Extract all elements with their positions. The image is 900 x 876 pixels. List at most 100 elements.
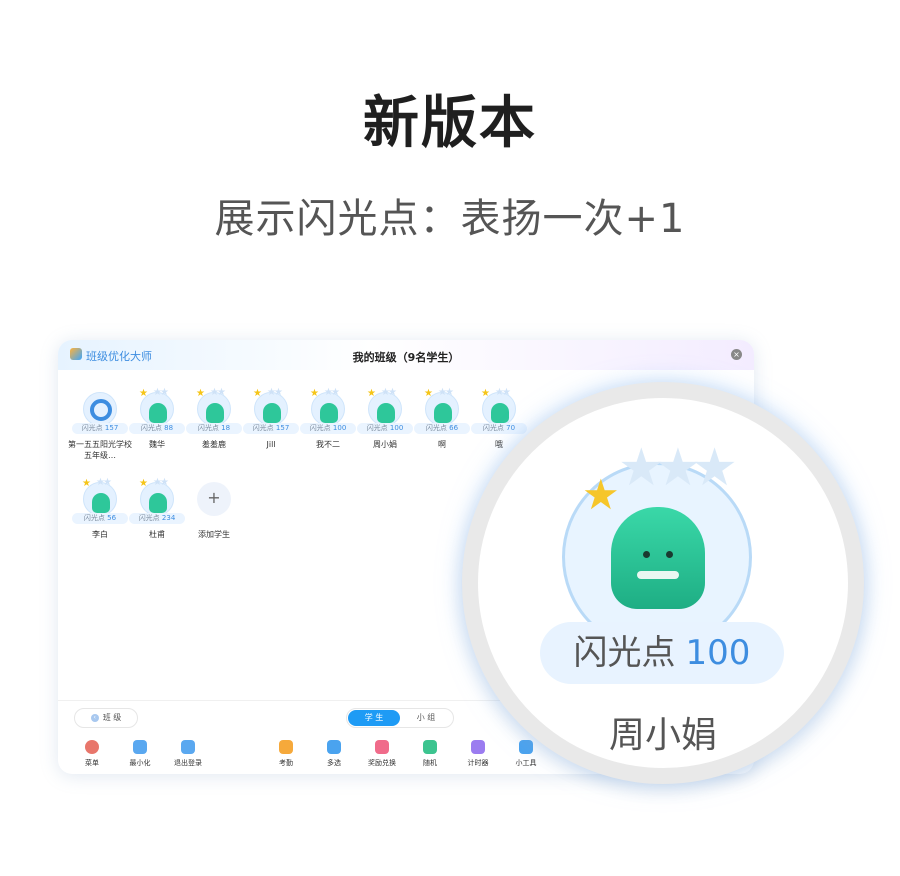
hero-title: 新版本: [363, 91, 537, 156]
toolbar-button[interactable]: 随机: [408, 740, 452, 774]
student-card[interactable]: ★ ★★ 闪光点 56 李白: [72, 478, 128, 562]
toolbar-button[interactable]: 考勤: [264, 740, 308, 774]
avatar: ★ ★★: [424, 388, 459, 426]
student-card[interactable]: ★ ★★ 闪光点 66 啊: [414, 388, 470, 472]
avatar: ★ ★★: [196, 388, 231, 426]
gold-star-icon: ★: [582, 470, 620, 519]
close-icon[interactable]: ×: [731, 349, 742, 360]
grey-stars-icon: ★★★: [618, 438, 738, 498]
student-card[interactable]: ★ ★★ 闪光点 18 羞羞鹿: [186, 388, 242, 472]
toolbar-label: 多选: [327, 759, 341, 767]
points-value: 234: [161, 514, 176, 522]
toolbar-label: 考勤: [279, 759, 293, 767]
monster-icon: [263, 403, 281, 423]
toolbar-label: 最小化: [129, 759, 151, 767]
student-card[interactable]: ★ ★★ 闪光点 100 我不二: [300, 388, 356, 472]
ring-icon: [90, 399, 112, 421]
monster-icon: [206, 403, 224, 423]
points-badge: 闪光点 100: [357, 423, 413, 434]
monster-icon: [377, 403, 395, 423]
toolbar-label: 计时器: [467, 759, 489, 767]
grey-stars-icon: ★★: [438, 387, 454, 398]
toolbar-icon: [375, 740, 389, 754]
student-card[interactable]: ★ ★★ 闪光点 234 杜甫: [129, 478, 185, 562]
points-badge: 闪光点 234: [129, 513, 185, 524]
class-button[interactable]: ‹ 班 级: [74, 708, 138, 728]
grey-stars-icon: ★★: [153, 477, 169, 488]
tab-students[interactable]: 学 生: [348, 710, 400, 726]
avatar: ★ ★★: [139, 478, 174, 516]
toolbar-label: 随机: [423, 759, 437, 767]
toolbar-button[interactable]: 菜单: [70, 740, 114, 774]
grey-stars-icon: ★★: [210, 387, 226, 398]
points-badge: 闪光点 18: [186, 423, 242, 434]
toolbar-icon: [85, 740, 99, 754]
points-value: 18: [221, 424, 231, 432]
chevron-left-icon: ‹: [90, 713, 99, 722]
toolbar-icon: [133, 740, 147, 754]
class-button-label: 班 级: [102, 713, 122, 722]
avatar: ★ ★★: [310, 388, 345, 426]
points-value: 56: [107, 514, 117, 522]
window-title-bar: 班级优化大师 我的班级（9名学生） ×: [58, 340, 754, 370]
grey-stars-icon: ★★: [96, 477, 112, 488]
points-label: 闪光点: [425, 424, 447, 432]
gold-star-icon: ★: [310, 388, 319, 399]
view-toggle: 学 生 小 组: [346, 708, 454, 728]
points-badge: 闪光点 100: [300, 423, 356, 434]
points-value: 66: [449, 424, 459, 432]
points-label: 闪光点: [83, 514, 105, 522]
gold-star-icon: ★: [253, 388, 262, 399]
zoom-points-label: 闪光点: [573, 633, 676, 673]
points-value: 100: [332, 424, 347, 432]
points-label: 闪光点: [140, 424, 162, 432]
gold-star-icon: ★: [196, 388, 205, 399]
monster-icon: [434, 403, 452, 423]
toolbar-label: 退出登录: [174, 759, 202, 767]
points-badge: 闪光点 88: [129, 423, 185, 434]
gold-star-icon: ★: [82, 478, 91, 489]
monster-icon: [149, 493, 167, 513]
toolbar-button[interactable]: 多选: [312, 740, 356, 774]
hero-subtitle: 展示闪光点：表扬一次+1: [214, 196, 686, 242]
monster-eye: [643, 551, 650, 558]
zoom-student-name: 周小娟: [608, 715, 717, 756]
points-badge: 闪光点 157: [72, 423, 128, 434]
gold-star-icon: ★: [367, 388, 376, 399]
gold-star-icon: ★: [481, 388, 490, 399]
points-badge: 闪光点 70: [471, 423, 527, 434]
avatar: ★ ★★: [253, 388, 288, 426]
student-card[interactable]: ★ ★★ 闪光点 157 Jill: [243, 388, 299, 472]
monster-icon: [491, 403, 509, 423]
points-label: 闪光点: [252, 424, 274, 432]
toolbar-button[interactable]: 奖励兑换: [360, 740, 404, 774]
grey-stars-icon: ★★: [267, 387, 283, 398]
points-value: 157: [104, 424, 119, 432]
add-student-button[interactable]: + 添加学生: [186, 482, 242, 562]
toolbar-button[interactable]: 最小化: [118, 740, 162, 774]
student-card[interactable]: ★ ★★ 闪光点 88 魏华: [129, 388, 185, 472]
toolbar-label: 小工具: [515, 759, 537, 767]
student-card[interactable]: ★ ★★ 闪光点 100 周小娟: [357, 388, 413, 472]
points-label: 闪光点: [138, 514, 160, 522]
toolbar-label: 菜单: [85, 759, 99, 767]
avatar: [83, 392, 117, 426]
student-card[interactable]: 闪光点 157 第一五五阳光学校五年级…: [68, 392, 132, 472]
points-value: 100: [389, 424, 404, 432]
toolbar-icon: [181, 740, 195, 754]
tab-groups[interactable]: 小 组: [401, 710, 451, 726]
avatar: ★ ★★: [82, 478, 117, 516]
points-label: 闪光点: [81, 424, 103, 432]
avatar: ★ ★★: [139, 388, 174, 426]
grey-stars-icon: ★★: [324, 387, 340, 398]
toolbar-icon: [327, 740, 341, 754]
monster-eye: [666, 551, 673, 558]
window-title: 我的班级（9名学生）: [352, 351, 460, 364]
points-value: 157: [275, 424, 290, 432]
avatar: ★ ★★: [481, 388, 516, 426]
monster-icon: [92, 493, 110, 513]
toolbar-icon: [423, 740, 437, 754]
gold-star-icon: ★: [424, 388, 433, 399]
toolbar-button[interactable]: 退出登录: [166, 740, 210, 774]
points-label: 闪光点: [309, 424, 331, 432]
